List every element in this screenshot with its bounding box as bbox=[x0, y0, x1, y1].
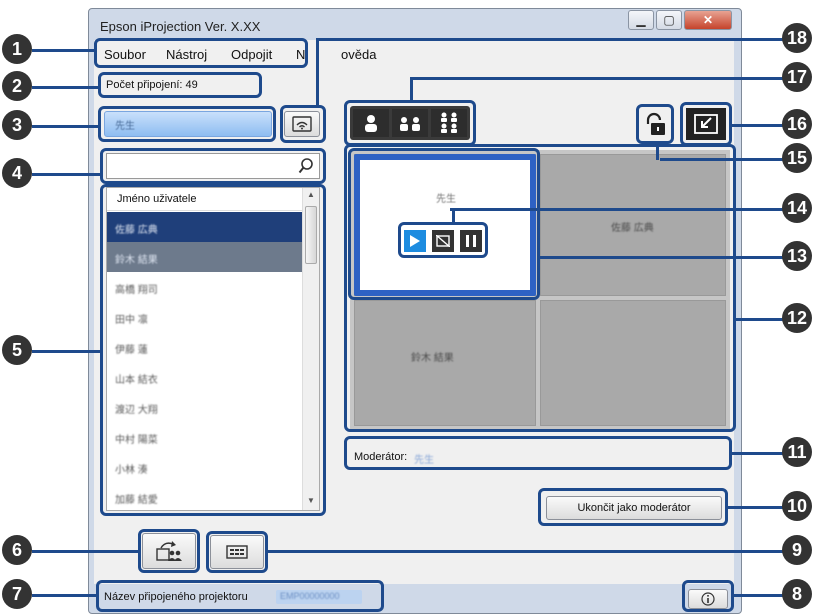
callout-line-18 bbox=[318, 38, 784, 41]
callout-line-18-drop bbox=[316, 38, 319, 108]
callout-line-16 bbox=[730, 124, 784, 127]
callout-line-14-drop bbox=[452, 208, 455, 224]
callout-13: 13 bbox=[782, 241, 812, 271]
callout-line-3 bbox=[32, 125, 100, 128]
callout-line-10 bbox=[728, 506, 784, 509]
highlight-user-field bbox=[98, 106, 276, 142]
minimize-icon: ▁ bbox=[636, 13, 646, 27]
callout-10: 10 bbox=[782, 491, 812, 521]
highlight-end-moderator bbox=[538, 488, 728, 526]
callout-12: 12 bbox=[782, 303, 812, 333]
callout-3: 3 bbox=[2, 110, 32, 140]
callout-16: 16 bbox=[782, 109, 812, 139]
menu-napoveda[interactable]: ověda bbox=[341, 47, 376, 62]
highlight-wifi bbox=[280, 105, 326, 143]
callout-line-12 bbox=[736, 318, 784, 321]
callout-line-5 bbox=[32, 350, 102, 353]
callout-line-17-drop bbox=[410, 77, 413, 102]
highlight-menu bbox=[94, 38, 308, 68]
close-button[interactable]: ✕ bbox=[684, 10, 732, 30]
callout-line-17 bbox=[412, 77, 784, 80]
highlight-thumbnail bbox=[206, 531, 268, 573]
callout-line-4 bbox=[32, 173, 102, 176]
callout-2: 2 bbox=[2, 71, 32, 101]
highlight-info bbox=[682, 580, 734, 612]
callout-line-6 bbox=[32, 550, 140, 553]
callout-8: 8 bbox=[782, 579, 812, 609]
highlight-tile-buttons bbox=[398, 222, 488, 258]
window-title: Epson iProjection Ver. X.XX bbox=[100, 19, 261, 34]
callout-4: 4 bbox=[2, 158, 32, 188]
highlight-user-list bbox=[100, 184, 326, 516]
callout-line-15 bbox=[660, 158, 784, 161]
callout-line-14 bbox=[450, 208, 784, 211]
minimize-button[interactable]: ▁ bbox=[628, 10, 654, 30]
callout-17: 17 bbox=[782, 62, 812, 92]
callout-line-1 bbox=[32, 49, 96, 52]
callout-18: 18 bbox=[782, 23, 812, 53]
callout-9: 9 bbox=[782, 535, 812, 565]
highlight-search bbox=[100, 148, 326, 184]
highlight-lock bbox=[636, 104, 674, 144]
callout-line-8 bbox=[732, 594, 784, 597]
callout-line-9 bbox=[268, 550, 784, 553]
highlight-exit bbox=[680, 102, 732, 146]
callout-line-11 bbox=[732, 452, 784, 455]
callout-7: 7 bbox=[2, 579, 32, 609]
highlight-moderator bbox=[344, 436, 732, 470]
close-icon: ✕ bbox=[702, 13, 714, 27]
maximize-button[interactable]: ▢ bbox=[656, 10, 682, 30]
callout-11: 11 bbox=[782, 437, 812, 467]
callout-line-2 bbox=[32, 86, 100, 89]
callout-5: 5 bbox=[2, 335, 32, 365]
callout-line-13 bbox=[540, 256, 784, 259]
callout-line-15-drop bbox=[656, 142, 659, 160]
highlight-layout bbox=[344, 100, 476, 146]
callout-line-7 bbox=[32, 594, 98, 597]
callout-6: 6 bbox=[2, 535, 32, 565]
maximize-icon: ▢ bbox=[663, 13, 675, 27]
callout-15: 15 bbox=[782, 143, 812, 173]
callout-14: 14 bbox=[782, 193, 812, 223]
highlight-connections bbox=[98, 72, 262, 98]
highlight-share bbox=[138, 529, 200, 573]
highlight-projector bbox=[96, 580, 384, 612]
callout-1: 1 bbox=[2, 34, 32, 64]
